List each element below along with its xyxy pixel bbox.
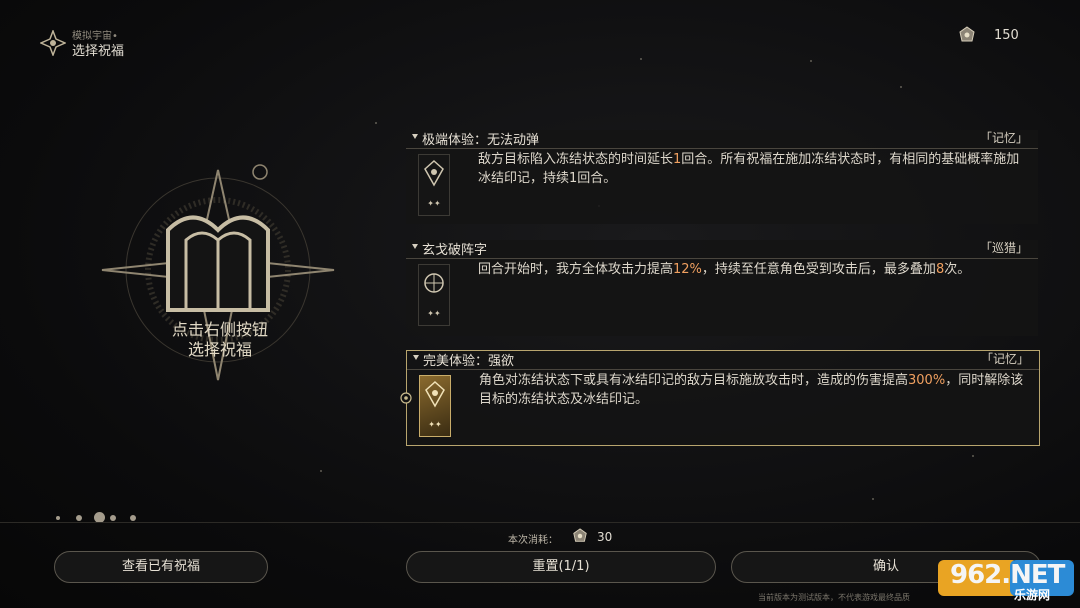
blessing-description: 回合开始时，我方全体攻击力提高12%，持续至任意角色受到攻击后，最多叠加8次。 — [478, 262, 971, 277]
blessing-description: 角色对冻结状态下或具有冰结印记的敌方目标施放攻击时，造成的伤害提高300%，同时… — [479, 373, 1024, 407]
blessing-card-header: 极端体验：无法动弹 「记忆」 — [406, 130, 1038, 149]
cosmic-fragment-icon — [959, 26, 975, 42]
bullet-icon — [413, 355, 419, 360]
blessing-thumbnail: ✦✦ — [419, 375, 451, 437]
blessing-thumbnail: ✦✦ — [418, 264, 450, 326]
blessing-title: 极端体验：无法动弹 — [422, 133, 540, 148]
memory-path-icon — [425, 380, 445, 408]
bullet-icon — [412, 134, 418, 139]
cost-label: 本次消耗： — [508, 535, 558, 546]
hunt-path-icon — [424, 273, 444, 293]
blessing-path: 「巡猎」 — [979, 241, 1028, 255]
cosmic-fragment-icon — [573, 528, 587, 542]
blessing-card-selected[interactable]: 完美体验：强欲 「记忆」 ✦✦ 角色对冻结状态下或具有冰结印记的敌方目标施放攻击… — [406, 350, 1040, 446]
page-title: 选择祝福 — [72, 44, 125, 59]
emblem-hint: 点击右侧按钮 选择祝福 — [150, 320, 290, 360]
blessing-card[interactable]: 玄戈破阵字 「巡猎」 ✦✦ 回合开始时，我方全体攻击力提高12%，持续至任意角色… — [406, 240, 1038, 336]
bullet-icon — [412, 244, 418, 249]
universe-emblem-icon — [40, 30, 66, 56]
blessing-stars: ✦✦ — [428, 420, 442, 429]
blessing-card-header: 完美体验：强欲 「记忆」 — [407, 351, 1039, 370]
currency-value: 150 — [994, 28, 1019, 43]
divider — [0, 522, 1080, 523]
blessing-description: 敌方目标陷入冻结状态的时间延长1回合。所有祝福在施加冻结状态时，有相同的基础概率… — [478, 152, 1020, 186]
blessing-card[interactable]: 极端体验：无法动弹 「记忆」 ✦✦ 敌方目标陷入冻结状态的时间延长1回合。所有祝… — [406, 130, 1038, 224]
blessing-title: 完美体验：强欲 — [423, 354, 515, 369]
blessing-path: 「记忆」 — [979, 131, 1028, 145]
emblem-hint-line1: 点击右侧按钮 — [171, 320, 268, 339]
selection-marker-icon — [400, 392, 412, 404]
blessing-card-header: 玄戈破阵字 「巡猎」 — [406, 240, 1038, 259]
blessing-path: 「记忆」 — [980, 352, 1029, 366]
emblem-hint-line2: 选择祝福 — [187, 340, 252, 359]
blessing-stars: ✦✦ — [427, 199, 441, 208]
blessing-thumbnail: ✦✦ — [418, 154, 450, 216]
reset-button[interactable]: 重置(1/1) — [406, 551, 716, 583]
memory-path-icon — [424, 159, 444, 187]
cost-value: 30 — [597, 530, 613, 544]
watermark-subtext: 乐游网 — [1014, 588, 1051, 602]
blessing-stars: ✦✦ — [427, 309, 441, 318]
blessing-title: 玄戈破阵字 — [422, 243, 488, 258]
version-note: 当前版本为测试版本，不代表游戏最终品质 — [758, 593, 910, 602]
view-blessings-button[interactable]: 查看已有祝福 — [54, 551, 268, 583]
